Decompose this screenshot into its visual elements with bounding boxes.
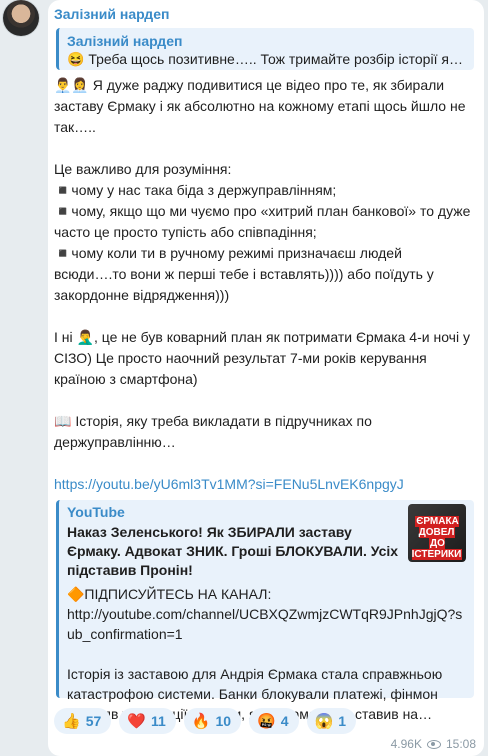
reply-quote[interactable]: Залізний нардеп 😆 Треба щось позитивне….… — [56, 28, 474, 70]
reaction-angry[interactable]: 🤬 4 — [249, 708, 299, 734]
paragraph-not-plan: І ні 🤦‍♂️, це не був коварний план як по… — [54, 329, 470, 387]
reaction-heart[interactable]: ❤️ 11 — [119, 708, 176, 734]
preview-channel-url: http://youtube.com/channel/UCBXQZwmjzCWT… — [67, 606, 463, 642]
reply-text: 😆 Треба щось позитивне….. Тож тримайте р… — [67, 51, 466, 67]
reaction-count: 10 — [215, 713, 232, 729]
link-preview[interactable]: YouTube Наказ Зеленського! Як ЗБИРАЛИ за… — [56, 500, 474, 722]
youtube-link[interactable]: https://youtu.be/yU6ml3Tv1MM?si=FENu5Lnv… — [54, 474, 474, 495]
fire-icon: 🔥 — [191, 713, 211, 730]
reaction-count: 1 — [338, 713, 346, 729]
message-text: 👨‍💼👩‍💼 Я дуже раджу подивитися це відео … — [54, 75, 474, 495]
reaction-fire[interactable]: 🔥 10 — [183, 708, 242, 734]
preview-subscribe: 🔶ПІДПИСУЙТЕСЬ НА КАНАЛ: — [67, 586, 272, 602]
sender-name[interactable]: Залізний нардеп — [54, 6, 169, 22]
preview-title: Наказ Зеленського! Як ЗБИРАЛИ заставу Єр… — [67, 524, 399, 578]
heart-icon: ❤️ — [127, 713, 146, 730]
view-count: 4.96K — [390, 737, 422, 751]
paragraph-intro: 👨‍💼👩‍💼 Я дуже раджу подивитися це відео … — [54, 77, 466, 135]
reaction-count: 4 — [280, 713, 289, 729]
message-bubble: Залізний нардеп Залізний нардеп 😆 Треба … — [48, 0, 484, 756]
bullet-2: ◾️чому, якщо що ми чуємо про «хитрий пла… — [54, 203, 471, 240]
message-time: 15:08 — [445, 737, 476, 751]
channel-avatar[interactable] — [3, 0, 39, 36]
scream-face-icon: 😱 — [314, 713, 334, 730]
bullet-1: ◾️чому у нас така біда з держуправлінням… — [54, 182, 337, 198]
reaction-scream[interactable]: 😱 1 — [306, 708, 356, 734]
thumbnail-caption: ЄРМАКА ДОВЕЛ ДО ІСТЕРИКИ — [411, 516, 463, 560]
video-thumbnail[interactable]: ЄРМАКА ДОВЕЛ ДО ІСТЕРИКИ — [408, 504, 466, 562]
angry-face-icon: 🤬 — [257, 713, 276, 730]
paragraph-important: Це важливо для розуміння: — [54, 161, 232, 177]
reactions-bar: 👍 57 ❤️ 11 🔥 10 🤬 4 😱 1 — [54, 708, 356, 734]
message-meta: 4.96K 15:08 — [391, 737, 476, 751]
preview-description: 🔶ПІДПИСУЙТЕСЬ НА КАНАЛ: http://youtube.c… — [67, 584, 465, 724]
paragraph-history: 📖 Історія, яку треба викладати в підручн… — [54, 413, 372, 450]
reply-title: Залізний нардеп — [67, 33, 183, 49]
eye-icon — [426, 739, 441, 749]
bullet-3: ◾️чому коли ти в ручному режимі признача… — [54, 245, 434, 303]
reaction-thumbs-up[interactable]: 👍 57 — [54, 708, 112, 734]
reaction-count: 57 — [85, 713, 102, 729]
reaction-count: 11 — [150, 713, 166, 729]
preview-site-name: YouTube — [67, 504, 125, 520]
thumbs-up-icon: 👍 — [62, 713, 81, 730]
